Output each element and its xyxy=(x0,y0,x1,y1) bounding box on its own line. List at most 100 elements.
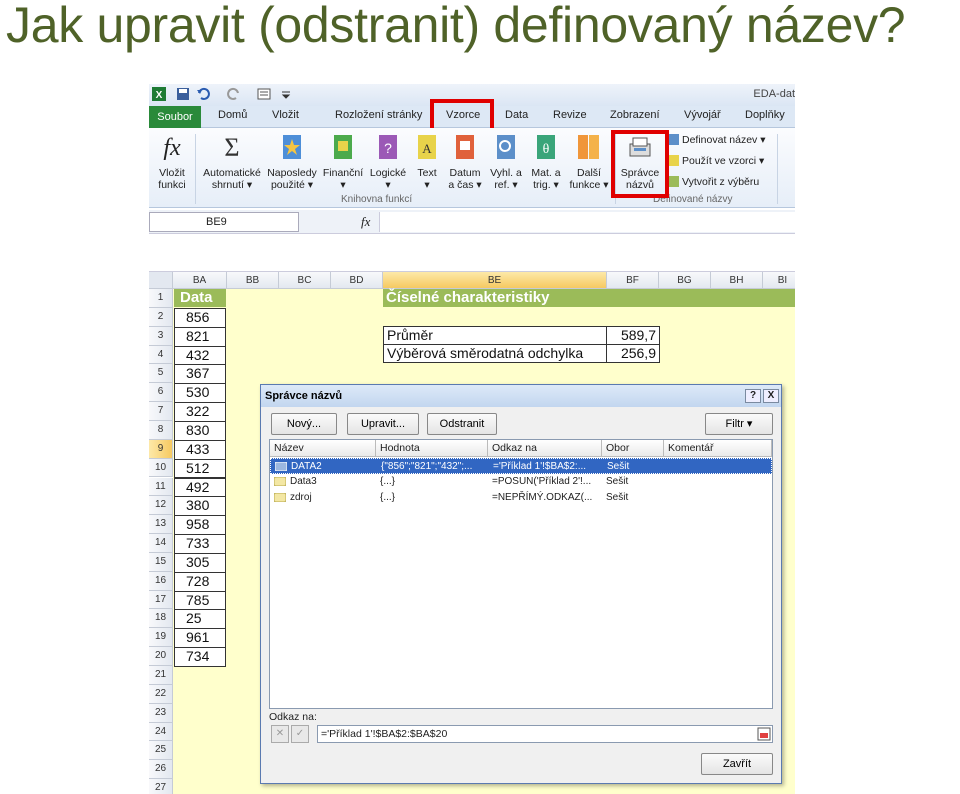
data-cell[interactable]: 961 xyxy=(174,628,226,649)
row-header[interactable]: 4 xyxy=(149,345,173,365)
tab-page-layout[interactable]: Rozložení stránky xyxy=(335,109,422,121)
col-header[interactable]: BI xyxy=(763,272,795,289)
data-cell[interactable]: 958 xyxy=(174,515,226,536)
row-header[interactable]: 18 xyxy=(149,609,173,629)
cancel-edit-icon[interactable]: ✕ xyxy=(271,725,289,743)
tab-review[interactable]: Revize xyxy=(553,109,587,121)
logical-button[interactable]: ? Logické ▾ xyxy=(367,132,409,191)
tab-file[interactable]: Soubor xyxy=(149,106,201,128)
row-header[interactable]: 11 xyxy=(149,477,173,497)
data-cell[interactable]: 785 xyxy=(174,590,226,611)
col-header[interactable]: BF xyxy=(607,272,659,289)
data-cell[interactable]: 512 xyxy=(174,458,226,479)
data-cell[interactable]: 733 xyxy=(174,534,226,554)
financial-button[interactable]: Finanční ▾ xyxy=(321,132,365,191)
list-header-value[interactable]: Hodnota xyxy=(376,440,488,457)
text-button[interactable]: A Text ▾ xyxy=(411,132,443,191)
stats-header-cell[interactable]: Číselné charakteristiky xyxy=(383,289,795,307)
row-header[interactable]: 16 xyxy=(149,571,173,591)
col-header[interactable]: BG xyxy=(659,272,711,289)
col-header[interactable]: BB xyxy=(227,272,279,289)
data-cell[interactable]: 432 xyxy=(174,345,226,366)
undo-icon[interactable] xyxy=(196,87,210,101)
row-header[interactable]: 21 xyxy=(149,666,173,685)
col-header[interactable]: BD xyxy=(331,272,383,289)
data-cell[interactable]: 492 xyxy=(174,477,226,498)
data-cell[interactable]: 821 xyxy=(174,326,226,347)
row-header[interactable]: 2 xyxy=(149,307,173,327)
list-item[interactable]: zdroj {...} =NEPŘÍMÝ.ODKAZ(... Sešit xyxy=(270,490,772,506)
row-header[interactable]: 1 xyxy=(149,289,173,308)
customize-toolbar-icon[interactable] xyxy=(279,87,293,101)
insert-function-button[interactable]: fx Vložit funkci xyxy=(153,132,191,191)
save-icon[interactable] xyxy=(176,87,190,101)
list-item[interactable]: Data3 {...} =POSUN('Příklad 2'!... Sešit xyxy=(270,474,772,490)
data-cell[interactable]: 322 xyxy=(174,402,226,422)
define-name-button[interactable]: Definovat název ▾ xyxy=(667,134,765,146)
fx-label[interactable]: fx xyxy=(361,214,370,230)
data-cell[interactable]: 367 xyxy=(174,364,226,385)
data-cell[interactable]: 530 xyxy=(174,383,226,404)
row-header[interactable]: 25 xyxy=(149,741,173,761)
col-header[interactable]: BA xyxy=(173,272,227,289)
row-header[interactable]: 15 xyxy=(149,552,173,572)
tab-view[interactable]: Zobrazení xyxy=(610,109,660,121)
list-item[interactable]: DATA2 {"856";"821";"432";... ='Příklad 1… xyxy=(270,458,772,474)
close-icon[interactable]: X xyxy=(763,389,779,403)
row-header[interactable]: 9 xyxy=(149,439,173,459)
redo-icon[interactable] xyxy=(227,87,241,101)
mean-label-cell[interactable]: Průměr xyxy=(383,326,607,345)
form-icon[interactable] xyxy=(257,87,271,101)
sd-value-cell[interactable]: 256,9 xyxy=(606,344,660,363)
filter-button[interactable]: Filtr ▾ xyxy=(705,413,773,435)
use-in-formula-button[interactable]: Použít ve vzorci ▾ xyxy=(667,155,764,167)
name-box[interactable]: BE9 xyxy=(149,212,299,232)
recently-used-button[interactable]: Naposledy použité ▾ xyxy=(265,132,319,191)
data-cell[interactable]: 734 xyxy=(174,647,226,667)
math-trig-button[interactable]: θ Mat. a trig. ▾ xyxy=(527,132,565,191)
tab-addins[interactable]: Doplňky xyxy=(745,109,785,121)
list-header-scope[interactable]: Obor xyxy=(602,440,664,457)
row-header[interactable]: 22 xyxy=(149,684,173,704)
row-header[interactable]: 10 xyxy=(149,458,173,478)
mean-value-cell[interactable]: 589,7 xyxy=(606,326,660,345)
data-cell[interactable]: 433 xyxy=(174,439,226,460)
sd-label-cell[interactable]: Výběrová směrodatná odchylka xyxy=(383,344,607,363)
row-header[interactable]: 20 xyxy=(149,647,173,666)
list-header-refers[interactable]: Odkaz na xyxy=(488,440,602,457)
col-header[interactable]: BE xyxy=(383,272,607,289)
tab-insert[interactable]: Vložit xyxy=(272,109,299,121)
collapse-dialog-icon[interactable] xyxy=(757,727,771,741)
row-header[interactable]: 24 xyxy=(149,722,173,742)
refers-to-input[interactable]: ='Příklad 1'!$BA$2:$BA$20 xyxy=(317,725,773,743)
delete-button[interactable]: Odstranit xyxy=(427,413,497,435)
data-header-cell[interactable]: Data xyxy=(174,289,226,307)
names-list[interactable]: Název Hodnota Odkaz na Obor Komentář DAT… xyxy=(269,439,773,709)
row-header[interactable]: 17 xyxy=(149,590,173,610)
col-header[interactable]: BH xyxy=(711,272,763,289)
create-from-selection-button[interactable]: Vytvořit z výběru xyxy=(667,176,759,188)
close-button[interactable]: Zavřít xyxy=(701,753,773,775)
help-button[interactable]: ? xyxy=(745,389,761,403)
lookup-button[interactable]: Vyhl. a ref. ▾ xyxy=(487,132,525,191)
data-cell[interactable]: 728 xyxy=(174,571,226,592)
more-functions-button[interactable]: Další funkce ▾ xyxy=(567,132,611,191)
row-header[interactable]: 23 xyxy=(149,703,173,723)
list-header-comment[interactable]: Komentář xyxy=(664,440,772,457)
select-all-corner[interactable] xyxy=(149,272,173,289)
row-header[interactable]: 8 xyxy=(149,420,173,440)
row-header[interactable]: 3 xyxy=(149,326,173,346)
row-header[interactable]: 26 xyxy=(149,760,173,780)
datetime-button[interactable]: Datum a čas ▾ xyxy=(445,132,485,191)
row-header[interactable]: 14 xyxy=(149,534,173,553)
edit-button[interactable]: Upravit... xyxy=(347,413,419,435)
row-header[interactable]: 27 xyxy=(149,779,173,794)
tab-developer[interactable]: Vývojář xyxy=(684,109,721,121)
tab-home[interactable]: Domů xyxy=(218,109,247,121)
list-header-name[interactable]: Název xyxy=(270,440,376,457)
data-cell[interactable]: 856 xyxy=(174,307,226,328)
row-header[interactable]: 13 xyxy=(149,515,173,535)
row-header[interactable]: 5 xyxy=(149,364,173,384)
autosum-button[interactable]: Σ Automatické shrnutí ▾ xyxy=(201,132,263,191)
row-header[interactable]: 7 xyxy=(149,402,173,421)
